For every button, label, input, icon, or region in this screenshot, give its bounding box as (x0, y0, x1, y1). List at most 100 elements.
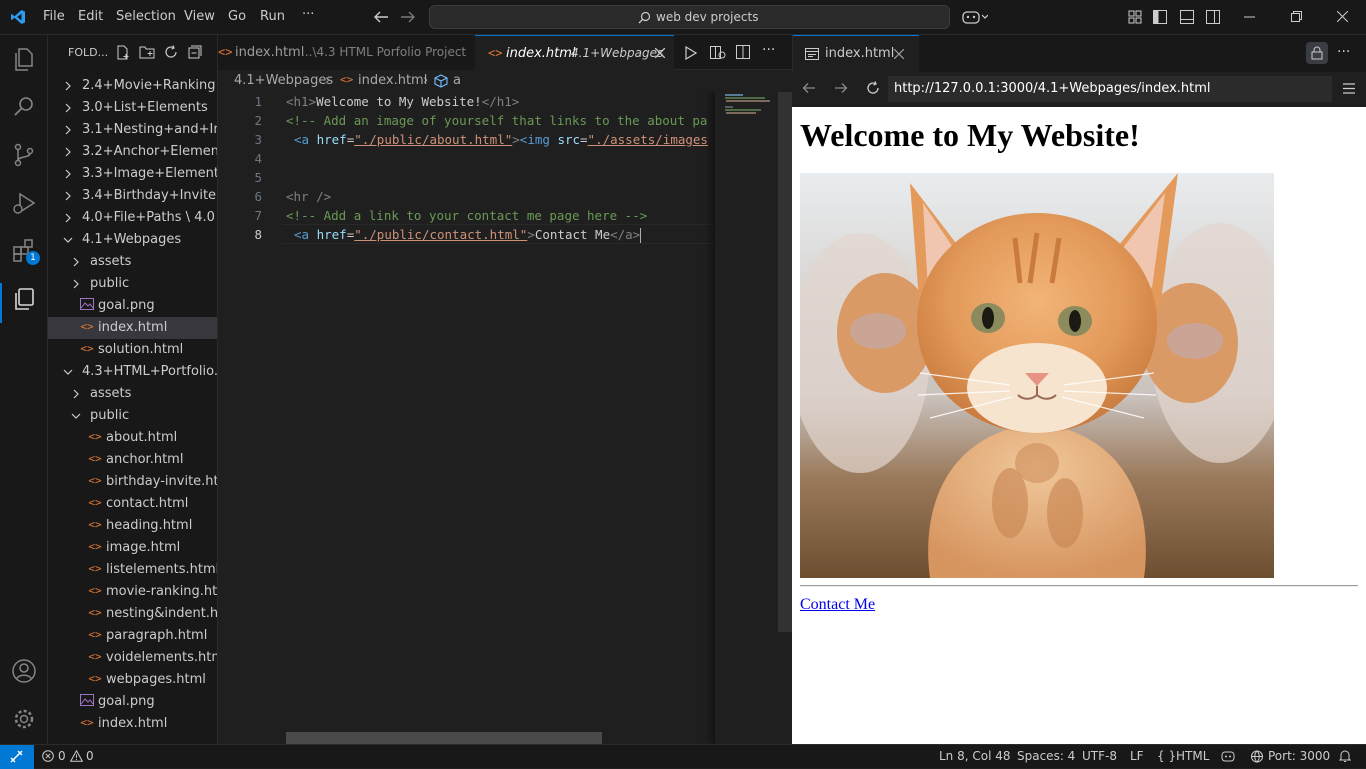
menu-file[interactable]: File (43, 9, 65, 24)
vscode-logo-icon (10, 9, 26, 25)
tree-folder[interactable]: assets (48, 383, 217, 405)
toggle-panel-icon[interactable] (1180, 10, 1194, 24)
close-window-icon[interactable] (1337, 11, 1348, 22)
refresh-icon[interactable] (164, 45, 178, 59)
tree-file[interactable]: <> solution.html (48, 339, 217, 361)
tree-folder[interactable]: 3.0+List+Elements (48, 97, 217, 119)
restore-icon[interactable] (1291, 11, 1302, 22)
copilot-icon[interactable] (962, 9, 988, 25)
split-editor-icon[interactable] (736, 45, 750, 59)
menu-edit[interactable]: Edit (78, 9, 103, 24)
tree-file[interactable]: <> birthday-invite.html (48, 471, 217, 493)
tree-folder[interactable]: 3.4+Birthday+Invite+... (48, 185, 217, 207)
tree-folder[interactable]: 2.4+Movie+Ranking+... (48, 75, 217, 97)
collapse-all-icon[interactable] (188, 45, 202, 59)
live-server-port[interactable]: Port: 3000 (1268, 749, 1330, 763)
tree-folder[interactable]: assets (48, 251, 217, 273)
tree-folder[interactable]: 4.3+HTML+Portfolio... (48, 361, 217, 383)
kitten-photo[interactable] (800, 173, 1274, 578)
forward-arrow-icon[interactable] (400, 10, 416, 24)
tree-file[interactable]: <> listelements.html (48, 559, 217, 581)
source-control-icon[interactable] (10, 141, 38, 169)
code-token: </h1> (481, 94, 520, 109)
run-debug-icon[interactable] (10, 189, 38, 217)
indentation[interactable]: Spaces: 4 (1017, 749, 1075, 763)
tree-file[interactable]: goal.png (48, 295, 217, 317)
search-text: web dev projects (656, 10, 759, 24)
tree-file[interactable]: <> about.html (48, 427, 217, 449)
tree-folder[interactable]: 4.1+Webpages (48, 229, 217, 251)
tree-folder[interactable]: public (48, 405, 217, 427)
copilot-icon[interactable] (1221, 750, 1235, 762)
encoding[interactable]: UTF-8 (1082, 749, 1117, 763)
tree-file[interactable]: <> webpages.html (48, 669, 217, 691)
new-file-icon[interactable] (116, 45, 130, 60)
chevron-right-icon (73, 279, 79, 289)
remote-indicator[interactable] (0, 745, 34, 769)
warning-count[interactable]: 0 (86, 749, 94, 763)
error-count[interactable]: 0 (58, 749, 66, 763)
contact-me-link[interactable]: Contact Me (800, 596, 875, 614)
tree-file[interactable]: <> movie-ranking.html (48, 581, 217, 603)
menu-selection[interactable]: Selection (116, 9, 176, 24)
customize-layout-icon[interactable] (1128, 10, 1142, 24)
tree-file[interactable]: <> nesting&indent.html (48, 603, 217, 625)
back-arrow-icon[interactable] (373, 10, 389, 24)
browser-tab[interactable]: index.html (793, 35, 919, 72)
tree-file[interactable]: <> index.html (48, 317, 217, 339)
reload-icon[interactable] (866, 81, 880, 95)
breadcrumb-symbol[interactable]: a (453, 73, 461, 88)
menu-go[interactable]: Go (228, 9, 246, 24)
cursor-position[interactable]: Ln 8, Col 48 (939, 749, 1011, 763)
breadcrumb-file[interactable]: index.html (358, 73, 427, 88)
tree-file[interactable]: <> paragraph.html (48, 625, 217, 647)
tree-file[interactable]: <> image.html (48, 537, 217, 559)
close-tab-icon[interactable] (894, 49, 904, 59)
toggle-secondary-sidebar-icon[interactable] (1206, 10, 1220, 24)
back-arrow-icon[interactable] (802, 82, 816, 94)
end-of-line[interactable]: LF (1130, 749, 1144, 763)
tree-file[interactable]: <> voidelements.html (48, 647, 217, 669)
close-tab-icon[interactable] (655, 48, 665, 58)
open-preview-icon[interactable] (710, 45, 726, 60)
lock-button[interactable] (1306, 42, 1328, 64)
horizontal-scrollbar-thumb[interactable] (286, 732, 602, 744)
tree-folder[interactable]: 3.1+Nesting+and+In... (48, 119, 217, 141)
forward-arrow-icon[interactable] (834, 82, 848, 94)
minimize-icon[interactable] (1244, 16, 1255, 18)
bell-icon[interactable] (1339, 749, 1351, 763)
more-actions-icon[interactable]: ··· (762, 42, 775, 58)
chevron-right-icon (65, 147, 71, 157)
menu-run[interactable]: Run (260, 9, 285, 24)
tree-file[interactable]: <> anchor.html (48, 449, 217, 471)
run-file-icon[interactable] (685, 46, 697, 60)
explorer-icon[interactable] (10, 45, 38, 73)
tree-file[interactable]: goal.png (48, 691, 217, 713)
minimap[interactable] (714, 92, 778, 744)
tree-folder[interactable]: public (48, 273, 217, 295)
search-view-icon[interactable] (10, 93, 38, 121)
menu-more[interactable]: ··· (302, 7, 314, 22)
scrollbar-thumb[interactable] (778, 92, 792, 632)
tree-folder[interactable]: 3.2+Anchor+Elements (48, 141, 217, 163)
new-folder-icon[interactable] (139, 45, 155, 59)
account-icon[interactable] (10, 657, 38, 685)
more-actions-icon[interactable]: ··· (1337, 44, 1350, 60)
menu-view[interactable]: View (184, 9, 215, 24)
manage-gear-icon[interactable] (10, 705, 38, 733)
tree-file[interactable]: <> contact.html (48, 493, 217, 515)
menu-lines-icon[interactable] (1343, 83, 1355, 94)
url-input[interactable]: http://127.0.0.1:3000/4.1+Webpages/index… (888, 76, 1332, 102)
language-mode[interactable]: HTML (1176, 749, 1209, 763)
tree-folder[interactable]: 4.0+File+Paths \ 4.0 Fi... (48, 207, 217, 229)
code-editor[interactable]: 1 2 3 4 5 6 7 8 <h1>Welcome to My Websit… (218, 92, 792, 744)
command-center-search[interactable]: web dev projects (429, 5, 950, 29)
tab-index-webpages[interactable]: <> index.html 4.1+Webpages (475, 35, 674, 70)
tree-file[interactable]: <> index.html (48, 713, 217, 735)
toggle-primary-sidebar-icon[interactable] (1153, 10, 1167, 24)
tree-folder[interactable]: 3.3+Image+Elements... (48, 163, 217, 185)
remote-explorer-icon[interactable] (10, 285, 38, 313)
breadcrumb-folder[interactable]: 4.1+Webpages (234, 73, 333, 88)
tab-index-portfolio[interactable]: <> index.html ...\4.3 HTML Porfolio Proj… (218, 35, 474, 70)
tree-file[interactable]: <> heading.html (48, 515, 217, 537)
